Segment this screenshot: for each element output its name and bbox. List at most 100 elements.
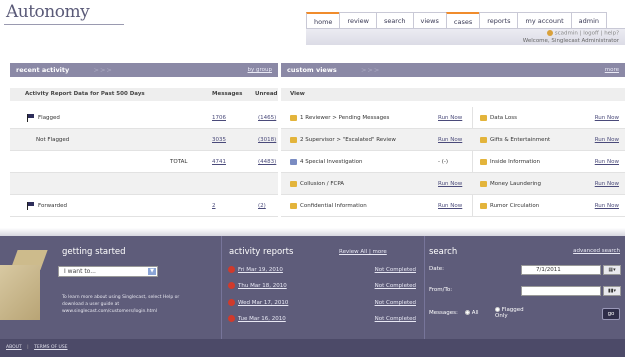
total-label: TOTAL bbox=[170, 159, 188, 165]
alert-icon bbox=[228, 266, 235, 273]
logoff-link[interactable]: logoff bbox=[583, 31, 599, 37]
run-now-link[interactable]: Run Now bbox=[438, 129, 462, 151]
search-title: search bbox=[429, 247, 458, 257]
report-date-link[interactable]: Wed Mar 17, 2010 bbox=[238, 300, 288, 306]
chevron-right-icon: >>> bbox=[93, 66, 113, 74]
tab-search[interactable]: search bbox=[375, 12, 414, 28]
report-date-link[interactable]: Thu Mar 18, 2010 bbox=[238, 283, 287, 289]
date-input[interactable]: 7/1/2011 bbox=[521, 265, 601, 275]
go-button[interactable]: go bbox=[602, 308, 620, 320]
advanced-search-link[interactable]: advanced search bbox=[573, 248, 620, 254]
alert-icon bbox=[228, 315, 235, 322]
report-status-link[interactable]: Not Completed bbox=[375, 280, 416, 292]
folder-icon bbox=[480, 180, 487, 187]
alert-icon bbox=[228, 282, 235, 289]
messages-column-header: Messages bbox=[212, 91, 243, 97]
views-table: 1 Reviewer > Pending Messages Run Now Da… bbox=[281, 107, 625, 217]
view-name[interactable]: Collusion / FCPA bbox=[300, 181, 344, 187]
radio-all-button[interactable] bbox=[465, 310, 470, 315]
recent-activity-title: recent activity bbox=[16, 66, 70, 74]
tab-my-account[interactable]: my account bbox=[517, 12, 572, 28]
report-date-link[interactable]: Fri Mar 19, 2010 bbox=[238, 267, 283, 273]
username-link[interactable]: scadmin bbox=[555, 31, 578, 37]
radio-all[interactable]: All bbox=[465, 310, 479, 316]
radio-flagged-button[interactable] bbox=[495, 307, 500, 312]
table-row bbox=[10, 173, 278, 195]
run-now-link[interactable]: Run Now bbox=[438, 107, 462, 129]
messages-count-link[interactable]: 2 bbox=[212, 195, 216, 217]
chevron-right-icon: >>> bbox=[360, 66, 381, 74]
messages-count-link[interactable]: 3035 bbox=[212, 129, 226, 151]
getting-started-text: To learn more about using Singlecast, se… bbox=[62, 295, 180, 314]
folder-icon bbox=[290, 114, 297, 121]
run-now-link[interactable]: Run Now bbox=[438, 173, 462, 195]
select-value: I want to... bbox=[64, 268, 96, 275]
folder-icon bbox=[290, 180, 297, 187]
folder-icon bbox=[480, 114, 487, 121]
user-icon bbox=[546, 30, 553, 36]
table-row: 1 Reviewer > Pending Messages Run Now Da… bbox=[281, 107, 625, 129]
unread-count-link[interactable]: (3018) bbox=[258, 129, 276, 151]
table-row: Forwarded 2 (2) bbox=[10, 195, 278, 217]
help-link[interactable]: help? bbox=[604, 31, 619, 37]
custom-views-header: custom views >>> more bbox=[281, 63, 625, 77]
chevron-down-icon[interactable]: ▼ bbox=[148, 268, 156, 275]
report-date-link[interactable]: Tue Mar 16, 2010 bbox=[238, 316, 286, 322]
view-name[interactable]: 2 Supervisor > "Escalated" Review bbox=[300, 137, 396, 143]
table-row: Not Flagged 3035 (3018) bbox=[10, 129, 278, 151]
tab-review[interactable]: review bbox=[339, 12, 377, 28]
tab-admin[interactable]: admin bbox=[570, 12, 607, 28]
unread-count-link[interactable]: (2) bbox=[258, 195, 266, 217]
from-to-input[interactable] bbox=[521, 286, 601, 296]
autonomy-logo[interactable]: Autonomy bbox=[6, 2, 90, 22]
folder-icon bbox=[290, 202, 297, 209]
date-label: Date: bbox=[429, 266, 444, 272]
view-name[interactable]: Inside Information bbox=[490, 159, 540, 165]
unread-count-link[interactable]: (1465) bbox=[258, 107, 276, 129]
view-name[interactable]: Confidential Information bbox=[300, 203, 367, 209]
box-illustration bbox=[0, 265, 40, 320]
table-row: Confidential Information Run Now Rumor C… bbox=[281, 195, 625, 217]
activity-table-header: Activity Report Data for Past 500 Days M… bbox=[10, 88, 278, 101]
view-name[interactable]: Data Loss bbox=[490, 115, 517, 121]
terms-of-use-link[interactable]: TERMS OF USE bbox=[34, 345, 67, 350]
tab-reports[interactable]: reports bbox=[479, 12, 519, 28]
messages-count-link[interactable]: 4741 bbox=[212, 151, 226, 173]
about-link[interactable]: ABOUT bbox=[6, 345, 22, 350]
address-book-icon[interactable]: ▮▮▾ bbox=[603, 286, 621, 296]
view-name[interactable]: 4 Special Investigation bbox=[300, 159, 363, 165]
folder-icon bbox=[480, 136, 487, 143]
run-now-link[interactable]: Run Now bbox=[438, 195, 462, 217]
table-row: Flagged 1706 (1465) bbox=[10, 107, 278, 129]
tab-views[interactable]: views bbox=[412, 12, 447, 28]
getting-started-title: getting started bbox=[62, 247, 126, 257]
i-want-to-select[interactable]: I want to... ▼ bbox=[58, 266, 158, 277]
tab-home[interactable]: home bbox=[306, 12, 341, 28]
review-all-link[interactable]: Review All | more bbox=[339, 249, 387, 255]
run-now-link[interactable]: Run Now bbox=[595, 173, 619, 195]
tab-cases[interactable]: cases bbox=[445, 12, 481, 28]
row-name: Flagged bbox=[38, 115, 60, 121]
view-name[interactable]: Money Laundering bbox=[490, 181, 541, 187]
messages-count-link[interactable]: 1706 bbox=[212, 107, 226, 129]
calendar-icon[interactable]: ▦▾ bbox=[603, 265, 621, 275]
run-now-link[interactable]: Run Now bbox=[595, 129, 619, 151]
folder-icon bbox=[480, 202, 487, 209]
view-name[interactable]: Gifts & Entertainment bbox=[490, 137, 550, 143]
by-group-link[interactable]: by group bbox=[248, 63, 272, 77]
unread-count-link[interactable]: (4483) bbox=[258, 151, 276, 173]
folder-group-icon bbox=[290, 158, 297, 165]
report-status-link[interactable]: Not Completed bbox=[375, 264, 416, 276]
run-now-link[interactable]: Run Now bbox=[595, 107, 619, 129]
report-status-link[interactable]: Not Completed bbox=[375, 313, 416, 325]
view-name[interactable]: Rumor Circulation bbox=[490, 203, 539, 209]
row-name: Not Flagged bbox=[36, 137, 70, 143]
radio-flagged[interactable]: Flagged Only bbox=[495, 307, 535, 319]
report-status-link[interactable]: Not Completed bbox=[375, 297, 416, 309]
run-now-link[interactable]: Run Now bbox=[595, 195, 619, 217]
run-now-link[interactable]: Run Now bbox=[595, 151, 619, 173]
more-views-link[interactable]: more bbox=[605, 63, 619, 77]
folder-icon bbox=[480, 158, 487, 165]
list-item: Tue Mar 16, 2010 Not Completed bbox=[226, 313, 419, 325]
view-name[interactable]: 1 Reviewer > Pending Messages bbox=[300, 115, 389, 121]
